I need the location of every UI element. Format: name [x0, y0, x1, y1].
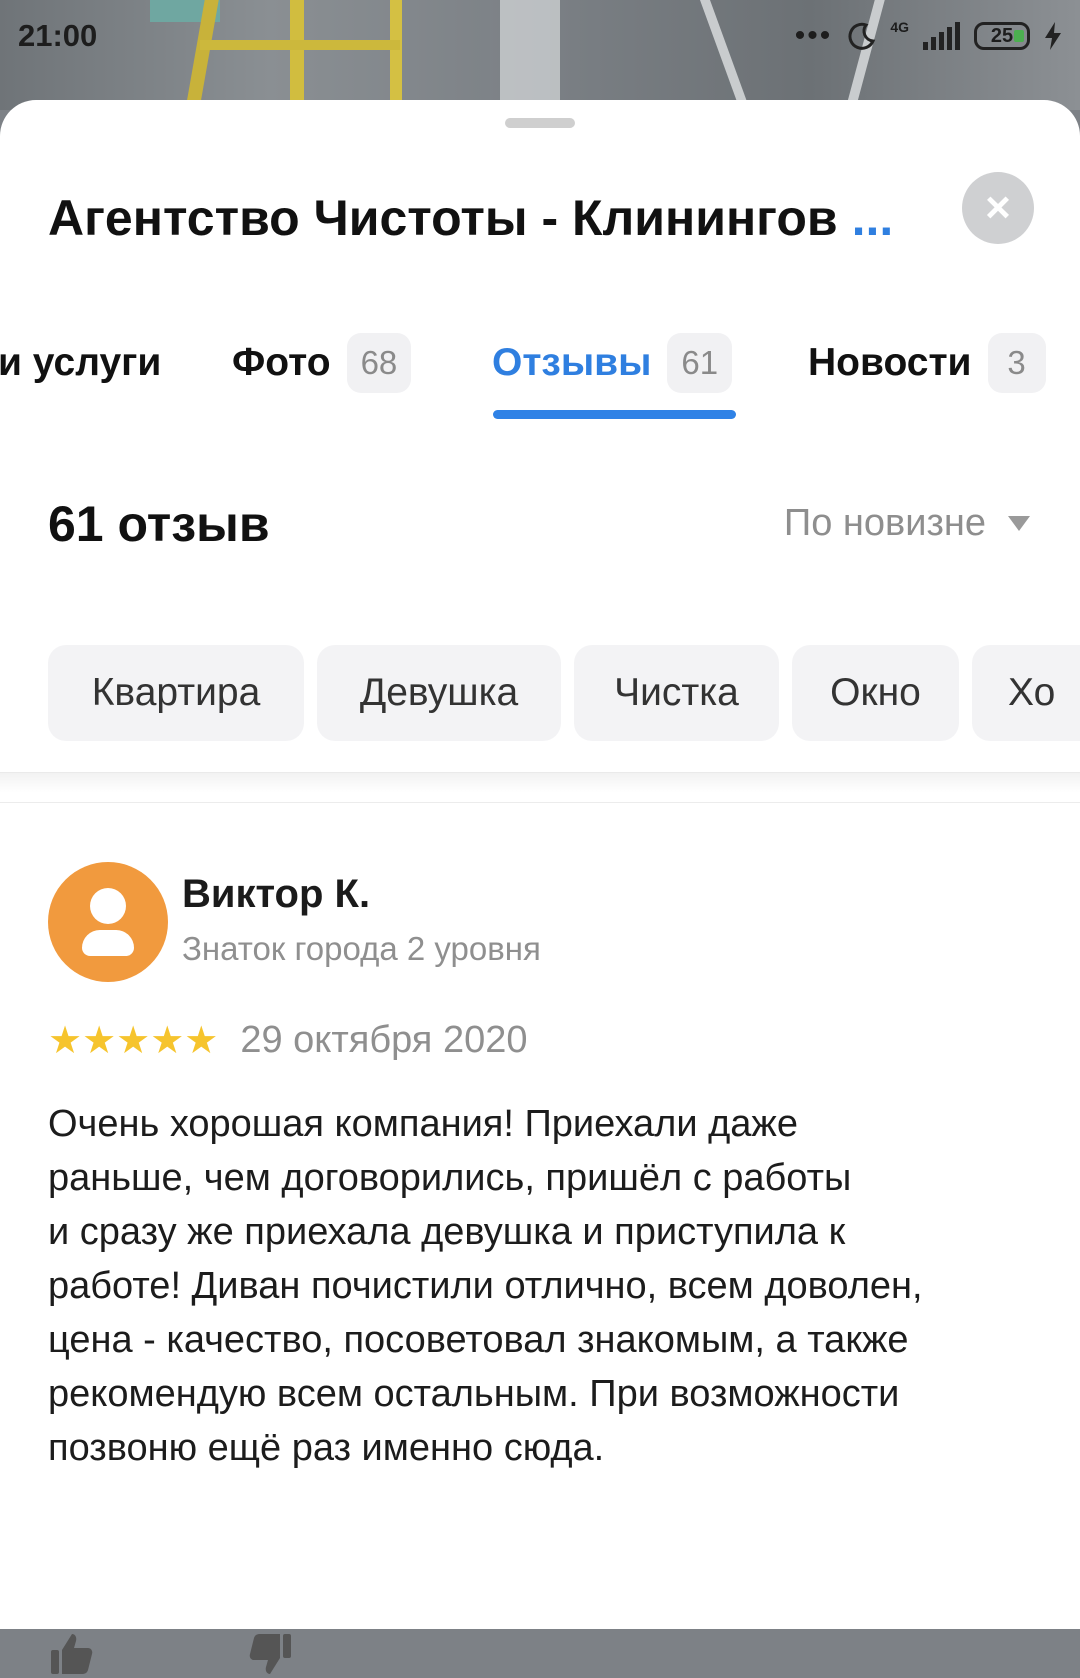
close-button[interactable]: × — [962, 172, 1034, 244]
review-author[interactable]: Виктор К. — [182, 872, 370, 917]
tab-services[interactable]: и услуги — [0, 330, 161, 396]
title-ellipsis: ... — [851, 190, 894, 246]
tab-label: Фото — [232, 341, 331, 384]
section-divider — [0, 772, 1080, 793]
tab-label: и услуги — [0, 341, 162, 384]
review-date: 29 октября 2020 — [240, 1019, 528, 1061]
review-text: Очень хорошая компания! Приехали даже ра… — [48, 1103, 923, 1469]
tab-label: Новости — [808, 341, 972, 384]
review-reactions — [48, 1630, 294, 1678]
chip-kvartira[interactable]: Квартира — [48, 645, 304, 741]
moon-icon — [848, 22, 876, 50]
place-card-sheet: Агентство Чистоты - Клинингов ... × и ус… — [0, 100, 1080, 1674]
status-time: 21:00 — [18, 18, 98, 53]
sort-dropdown[interactable]: По новизне — [784, 502, 1030, 545]
divider-line — [0, 802, 1080, 803]
tab-count-badge: 61 — [667, 333, 733, 393]
chip-ho[interactable]: Хо — [972, 645, 1080, 741]
signal-icon — [923, 22, 960, 50]
star-rating: ★★★★★ — [48, 1022, 218, 1060]
star-icon: ★★★★★ — [48, 1019, 219, 1062]
tab-news[interactable]: Новости 3 — [808, 330, 1046, 396]
sort-label: По новизне — [783, 502, 986, 544]
title-row: Агентство Чистоты - Клинингов ... — [48, 178, 1028, 258]
keyword-chips: Квартира Девушка Чистка Окно Хо — [48, 645, 1080, 741]
status-icons: ••• 4G 25 — [795, 19, 1062, 53]
tab-label: Отзывы — [492, 341, 652, 384]
charging-icon — [1045, 22, 1061, 50]
thumbs-down-icon[interactable] — [246, 1630, 294, 1678]
chevron-down-icon — [1008, 516, 1030, 531]
network-type: 4G — [890, 19, 909, 35]
avatar[interactable] — [48, 862, 168, 982]
chip-okno[interactable]: Окно — [792, 645, 959, 741]
tab-photos[interactable]: Фото 68 — [232, 330, 412, 396]
active-tab-indicator — [493, 410, 736, 419]
notification-dots: ••• — [794, 19, 833, 52]
battery-icon: 25 — [974, 22, 1030, 50]
tab-count-badge: 68 — [346, 333, 412, 393]
tab-count-badge: 3 — [987, 333, 1046, 393]
battery-level: 25 — [990, 24, 1014, 47]
drag-handle[interactable] — [505, 118, 575, 128]
page-title: Агентство Чистоты - Клинингов — [48, 190, 838, 246]
reviews-count: 61 отзыв — [48, 496, 270, 552]
thumbs-up-icon[interactable] — [48, 1630, 96, 1678]
author-level: Знаток города 2 уровня — [182, 930, 541, 967]
status-bar: 21:00 ••• 4G 25 — [0, 0, 1080, 72]
rating-row: ★★★★★ 29 октября 2020 — [48, 1019, 527, 1062]
tab-reviews[interactable]: Отзывы 61 — [492, 330, 733, 396]
chip-chistka[interactable]: Чистка — [574, 645, 779, 741]
close-icon: × — [985, 183, 1011, 232]
chip-devushka[interactable]: Девушка — [317, 645, 561, 741]
